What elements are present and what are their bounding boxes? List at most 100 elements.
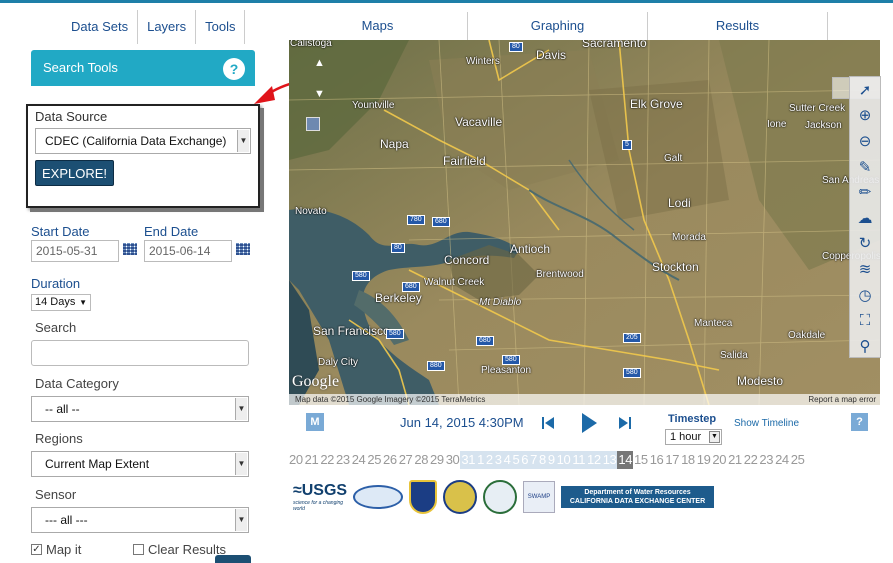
cursor-icon[interactable]: ➚: [850, 77, 880, 103]
day-2[interactable]: 2: [484, 451, 494, 469]
day-18[interactable]: 18: [680, 451, 696, 469]
day-8[interactable]: 8: [537, 451, 547, 469]
day-22[interactable]: 22: [743, 451, 759, 469]
day-23[interactable]: 23: [335, 451, 351, 469]
cloud-upload-icon[interactable]: ☁: [850, 205, 880, 231]
map-it-checkbox[interactable]: ✓ Map it: [31, 542, 81, 557]
data-source-panel: Data Source CDEC (California Data Exchan…: [26, 104, 260, 208]
zoom-in-icon[interactable]: ⊕: [850, 103, 880, 129]
map-label: Sacramento: [582, 40, 647, 50]
search-tools-header[interactable]: Search Tools ?: [31, 50, 255, 86]
sensor-select[interactable]: --- all --- ▼: [31, 507, 249, 533]
tab-graphing[interactable]: Graphing: [468, 12, 648, 40]
pan-down-icon[interactable]: ▼: [314, 88, 325, 100]
layers-icon[interactable]: ≋: [850, 256, 880, 282]
help-button[interactable]: ?: [223, 58, 245, 80]
map-label: Morada: [672, 232, 706, 243]
timeline-help-button[interactable]: ?: [851, 413, 868, 431]
street-view-icon[interactable]: [306, 117, 320, 131]
edit-pencil-icon[interactable]: ✏: [850, 179, 880, 205]
day-21[interactable]: 21: [304, 451, 320, 469]
day-12[interactable]: 12: [586, 451, 602, 469]
current-timestamp: Jun 14, 2015 4:30PM: [400, 415, 524, 430]
map-label: Galt: [664, 153, 683, 164]
sensor-value: --- all ---: [45, 513, 88, 527]
tab-maps[interactable]: Maps: [288, 12, 468, 40]
draw-line-icon[interactable]: ✎: [850, 154, 880, 180]
day-current[interactable]: 14: [617, 451, 634, 469]
regions-select[interactable]: Current Map Extent ▼: [31, 451, 249, 477]
tab-tools[interactable]: Tools: [196, 10, 246, 44]
duration-select[interactable]: 14 Days ▼: [31, 294, 91, 311]
day-25[interactable]: 25: [366, 451, 382, 469]
day-5[interactable]: 5: [511, 451, 521, 469]
day-23[interactable]: 23: [758, 451, 774, 469]
data-category-select[interactable]: -- all -- ▼: [31, 396, 249, 422]
day-1[interactable]: 1: [476, 451, 485, 469]
dwr-line1: Department of Water Resources: [584, 489, 691, 496]
end-date-input[interactable]: 2015-06-14: [144, 240, 232, 262]
fullscreen-icon[interactable]: ⛶: [850, 307, 880, 333]
data-category-label: Data Category: [35, 376, 119, 391]
map-label: Sutter Creek: [789, 103, 846, 114]
day-9[interactable]: 9: [546, 451, 556, 469]
day-3[interactable]: 3: [493, 451, 503, 469]
map-label: Pleasanton: [481, 365, 532, 376]
day-17[interactable]: 17: [664, 451, 680, 469]
tab-layers[interactable]: Layers: [138, 10, 197, 44]
map-label: Berkeley: [375, 291, 422, 305]
timestep-value: 1 hour: [670, 431, 702, 443]
day-31[interactable]: 31: [460, 451, 477, 469]
play-icon[interactable]: [580, 412, 598, 434]
day-13[interactable]: 13: [601, 451, 618, 469]
day-29[interactable]: 29: [429, 451, 445, 469]
step-forward-icon[interactable]: [618, 415, 632, 431]
day-24[interactable]: 24: [351, 451, 367, 469]
day-30[interactable]: 30: [445, 451, 461, 469]
partial-button[interactable]: [215, 555, 251, 563]
report-error-link[interactable]: Report a map error: [808, 394, 876, 405]
day-6[interactable]: 6: [520, 451, 530, 469]
day-28[interactable]: 28: [413, 451, 429, 469]
day-7[interactable]: 7: [529, 451, 538, 469]
map-label: Concord: [444, 253, 490, 267]
day-22[interactable]: 22: [319, 451, 335, 469]
timestep-select[interactable]: 1 hour ▼: [665, 429, 722, 445]
day-26[interactable]: 26: [382, 451, 398, 469]
day-20[interactable]: 20: [288, 451, 304, 469]
refresh-icon[interactable]: ↻: [850, 231, 880, 257]
day-16[interactable]: 16: [649, 451, 665, 469]
calendar-icon[interactable]: [236, 243, 250, 255]
zoom-out-icon[interactable]: ⊖: [850, 128, 880, 154]
m-button[interactable]: M: [306, 413, 324, 431]
calendar-icon[interactable]: [123, 243, 137, 255]
tab-results[interactable]: Results: [648, 12, 828, 40]
day-20[interactable]: 20: [711, 451, 727, 469]
search-input[interactable]: [31, 340, 249, 366]
checkbox-unchecked-icon: [133, 544, 144, 555]
day-11[interactable]: 11: [571, 451, 587, 469]
day-4[interactable]: 4: [502, 451, 512, 469]
day-24[interactable]: 24: [774, 451, 790, 469]
tab-data-sets[interactable]: Data Sets: [60, 10, 139, 44]
day-19[interactable]: 19: [696, 451, 712, 469]
start-date-input[interactable]: 2015-05-31: [31, 240, 119, 262]
clock-icon[interactable]: ◷: [850, 282, 880, 308]
show-timeline-link[interactable]: Show Timeline: [734, 418, 799, 429]
step-back-icon[interactable]: [541, 415, 555, 431]
day-15[interactable]: 15: [633, 451, 649, 469]
pan-up-icon[interactable]: ▲: [314, 57, 325, 69]
day-25[interactable]: 25: [790, 451, 806, 469]
satellite-map[interactable]: Calistoga Davis Sacramento Winters Yount…: [289, 40, 880, 405]
day-10[interactable]: 10: [555, 451, 572, 469]
day-21[interactable]: 21: [727, 451, 743, 469]
regions-value: Current Map Extent: [45, 457, 150, 471]
data-source-select[interactable]: CDEC (California Data Exchange) ▼: [35, 128, 251, 154]
explore-button[interactable]: EXPLORE!: [35, 160, 115, 186]
day-27[interactable]: 27: [398, 451, 414, 469]
search-label: Search: [35, 320, 77, 335]
highway-shield: 580: [623, 368, 641, 378]
highway-shield: 80: [509, 42, 523, 52]
search-icon[interactable]: ⚲: [850, 333, 880, 359]
clear-results-checkbox[interactable]: Clear Results: [133, 542, 226, 557]
